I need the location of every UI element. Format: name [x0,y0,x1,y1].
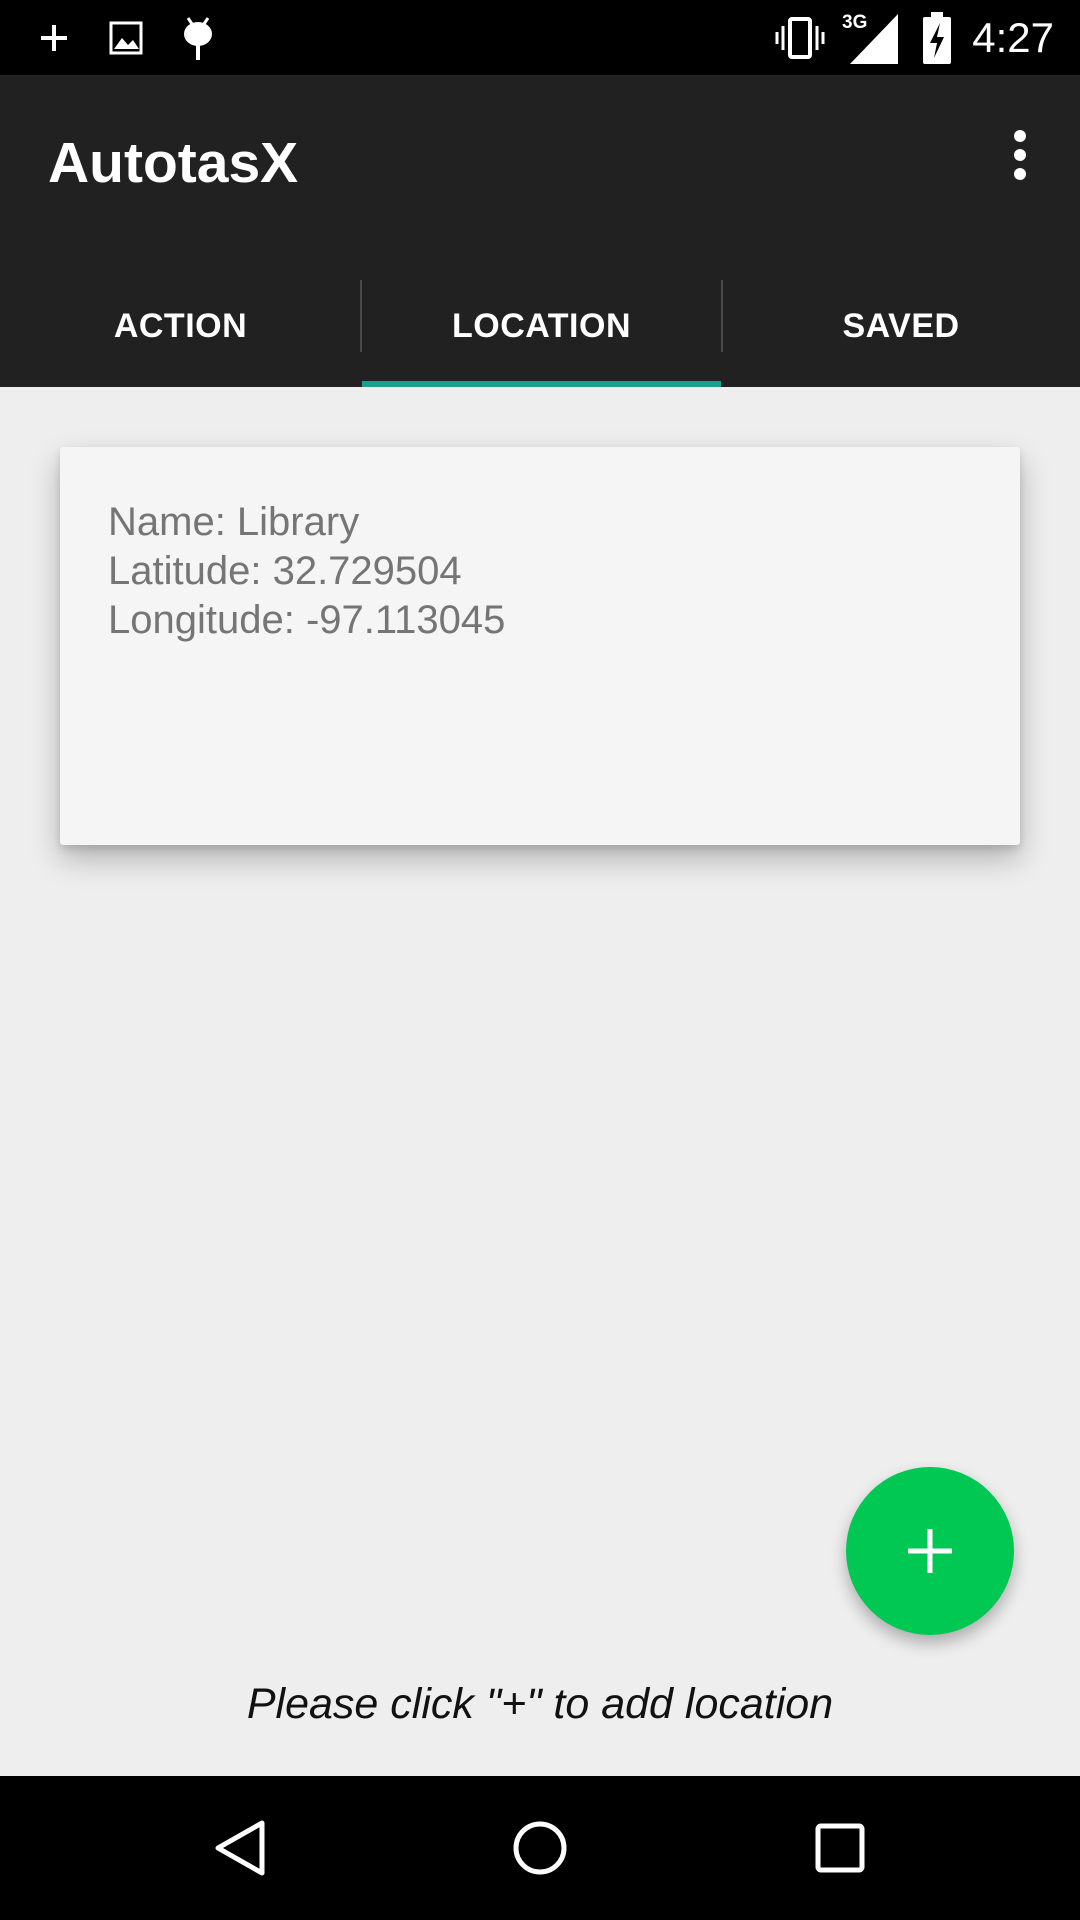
recents-icon [815,1823,865,1873]
back-icon [215,1820,265,1876]
vibrate-icon [772,0,828,75]
home-button[interactable] [480,1776,600,1920]
android-debug-icon [178,0,218,75]
app-title: AutotasX [48,131,299,195]
location-name: Name: Library [108,500,360,544]
status-bar: 3G 4:27 [0,0,1080,75]
tab-bar: ACTION LOCATION SAVED [0,265,1080,387]
status-time: 4:27 [972,13,1054,61]
add-location-fab[interactable] [846,1467,1014,1635]
location-latitude: Latitude: 32.729504 [108,549,462,593]
app-bar: AutotasX ACTION LOCATION SAVED [0,75,1080,387]
network-type-label: 3G [842,12,868,33]
location-longitude: Longitude: -97.113045 [108,598,506,642]
tab-saved[interactable]: SAVED [722,265,1080,387]
image-icon [106,0,146,75]
plus-icon [34,0,74,75]
back-button[interactable] [180,1776,300,1920]
tab-divider [721,280,723,352]
home-icon [513,1821,567,1875]
recents-button[interactable] [780,1776,900,1920]
tab-selected-indicator [362,381,721,387]
more-vert-icon [1014,130,1026,180]
tab-location[interactable]: LOCATION [362,265,721,387]
location-card[interactable]: Name: Library Latitude: 32.729504 Longit… [60,447,1020,845]
add-location-hint: Please click "+" to add location [246,1680,834,1728]
navigation-bar [0,1776,1080,1920]
tab-action[interactable]: ACTION [0,265,361,387]
tab-divider [360,280,362,352]
signal-3g-icon: 3G [842,0,900,75]
overflow-menu-button[interactable] [990,125,1050,185]
add-icon [908,1529,952,1573]
battery-charging-icon [920,0,954,75]
